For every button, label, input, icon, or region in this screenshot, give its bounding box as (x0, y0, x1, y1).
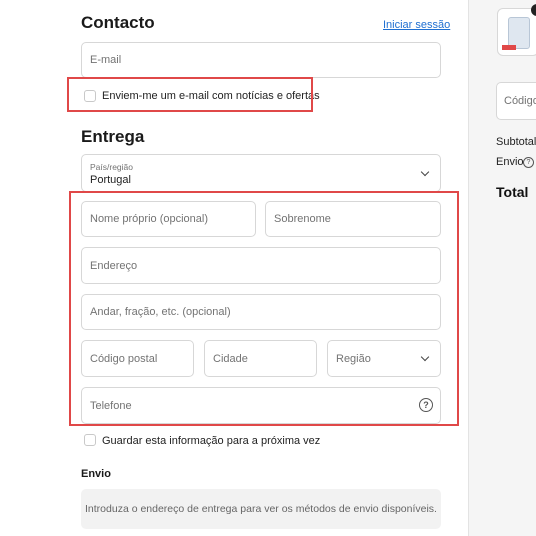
country-select[interactable] (81, 154, 441, 192)
country-label: País/região (90, 162, 133, 172)
postal-code-field[interactable]: Código postal (81, 340, 194, 377)
apartment-placeholder: Andar, fração, etc. (opcional) (90, 306, 231, 318)
help-circle-icon[interactable]: ? (523, 157, 534, 168)
phone-placeholder: Telefone (90, 399, 132, 412)
help-circle-icon[interactable]: ? (419, 398, 433, 412)
first-name-field[interactable]: Nome próprio (opcional) (81, 201, 256, 237)
email-field[interactable]: E-mail (81, 42, 441, 78)
shipping-info-text: Introduza o endereço de entrega para ver… (85, 503, 437, 515)
postal-code-placeholder: Código postal (90, 352, 158, 365)
phone-field[interactable]: Telefone (81, 387, 441, 424)
save-info-checkbox[interactable] (84, 434, 96, 446)
city-placeholder: Cidade (213, 352, 248, 365)
region-placeholder: Região (336, 352, 371, 365)
first-name-placeholder: Nome próprio (opcional) (90, 213, 208, 225)
last-name-placeholder: Sobrenome (274, 213, 331, 225)
discount-placeholder: Código (504, 95, 536, 107)
order-summary-panel (468, 0, 536, 536)
product-tag (502, 45, 516, 50)
discount-code-field[interactable]: Código (496, 82, 536, 120)
shipping-heading: Envio (81, 468, 111, 480)
shipping-info-box: Introduza o endereço de entrega para ver… (81, 489, 441, 529)
newsletter-label: Enviem-me um e-mail com notícias e ofert… (102, 90, 320, 102)
address-field[interactable]: Endereço (81, 247, 441, 284)
login-link[interactable]: Iniciar sessão (383, 19, 450, 31)
city-field[interactable]: Cidade (204, 340, 317, 377)
address-placeholder: Endereço (90, 259, 138, 272)
delivery-heading: Entrega (81, 127, 145, 146)
shipping-summary-label: Envio (496, 156, 524, 168)
quantity-badge (531, 4, 536, 16)
product-thumbnail (497, 8, 536, 56)
total-label: Total (496, 184, 529, 200)
last-name-field[interactable]: Sobrenome (265, 201, 441, 237)
checkout-main: Contacto Iniciar sessão E-mail Enviem-me… (0, 0, 468, 536)
newsletter-checkbox[interactable] (84, 90, 96, 102)
email-placeholder: E-mail (90, 54, 122, 66)
save-info-label: Guardar esta informação para a próxima v… (102, 435, 321, 447)
apartment-field[interactable]: Andar, fração, etc. (opcional) (81, 294, 441, 330)
subtotal-label: Subtotal (496, 136, 536, 148)
contact-heading: Contacto (81, 13, 155, 32)
country-value: Portugal (90, 174, 131, 186)
